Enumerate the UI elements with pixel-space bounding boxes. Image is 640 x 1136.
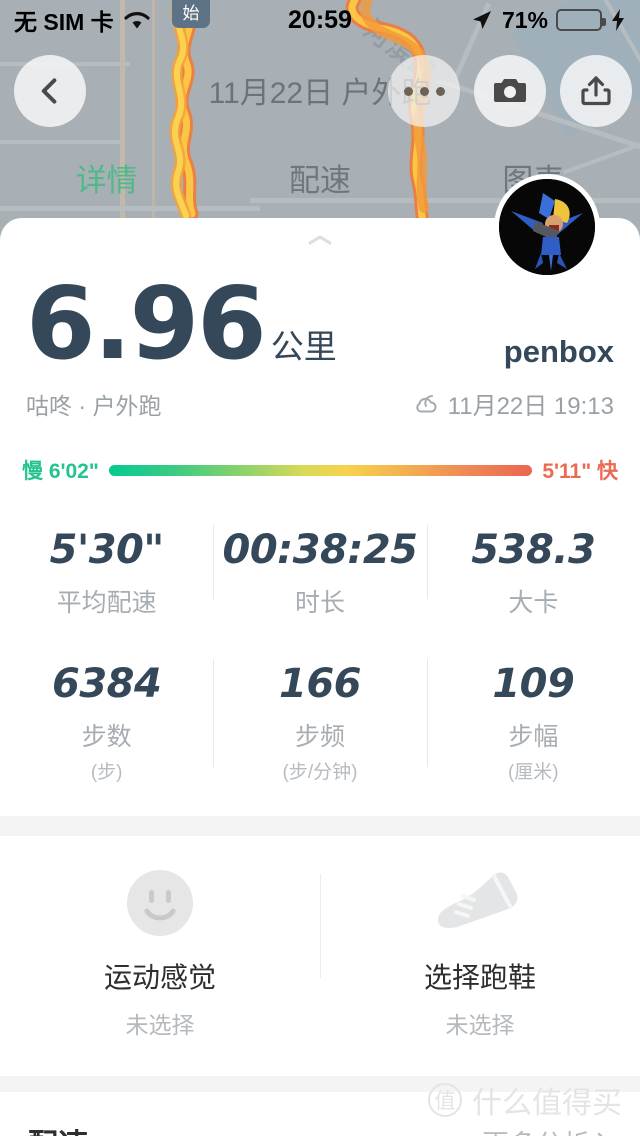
- battery-icon: [556, 9, 606, 31]
- stat-value: 538.3: [471, 527, 596, 573]
- camera-icon: [494, 79, 526, 102]
- stat-label: 时长: [294, 589, 345, 617]
- app-screen: 河滨路 始 无 SIM 卡 20:59 71% 11月22日 户外跑 详情 配速…: [0, 0, 640, 1136]
- stat-value: 00:38:25: [222, 527, 418, 573]
- status-bar: 无 SIM 卡 20:59 71%: [0, 0, 640, 40]
- ellipsis-icon: [403, 86, 445, 96]
- action-title: 运动感觉: [103, 962, 216, 993]
- share-icon: [581, 76, 611, 106]
- pace-range-bar: 慢 6'02" 5'11" 快: [0, 421, 640, 485]
- stat-unit: (步/分钟): [282, 762, 358, 783]
- more-options-button[interactable]: [388, 55, 460, 127]
- avatar[interactable]: [494, 174, 600, 280]
- pace-gradient-bar: [108, 464, 533, 476]
- stat-value: 6384: [52, 661, 162, 707]
- stat-label: 步数: [81, 723, 132, 751]
- watermark-text: 什么值得买: [472, 1087, 622, 1120]
- watermark: 值 什么值得买: [428, 1078, 622, 1122]
- distance-value: 6.96: [26, 265, 267, 382]
- stat-avg-pace: 5'30" 平均配速: [0, 519, 213, 633]
- pace-slow-label: 慢 6'02": [22, 460, 99, 483]
- smiley-face-icon: [0, 866, 320, 940]
- more-analysis-link[interactable]: 更多分析: [482, 1123, 612, 1136]
- action-feeling[interactable]: 运动感觉 未选择: [0, 866, 320, 1040]
- action-title: 选择跑鞋: [423, 962, 536, 993]
- lightning-bolt-icon: [612, 9, 624, 31]
- stat-steps: 6384 步数 (步): [0, 653, 213, 798]
- chevron-left-icon: [41, 78, 57, 104]
- action-subtitle: 未选择: [445, 1012, 515, 1038]
- stat-value: 5'30": [49, 527, 165, 573]
- share-button[interactable]: [560, 55, 632, 127]
- pace-fast-label: 5'11" 快: [542, 460, 618, 483]
- running-shoe-icon: [320, 866, 640, 940]
- stat-unit: (步): [90, 762, 123, 783]
- stat-stride: 109 步幅 (厘米): [426, 653, 640, 798]
- stat-label: 步频: [294, 723, 345, 751]
- location-arrow-icon: [472, 11, 491, 29]
- chevron-right-icon: [597, 1132, 603, 1136]
- action-subtitle: 未选择: [125, 1012, 195, 1038]
- back-button[interactable]: [14, 55, 86, 127]
- activity-source-label: 咕咚 · 户外跑: [26, 392, 162, 419]
- stat-label: 步幅: [508, 723, 559, 751]
- tab-pace[interactable]: 配速: [213, 155, 426, 200]
- stat-value: 166: [278, 661, 362, 707]
- stat-label: 大卡: [508, 589, 559, 617]
- distance-block: 6.96 公里: [26, 265, 337, 382]
- status-bar-right: 71%: [470, 7, 626, 34]
- camera-button[interactable]: [474, 55, 546, 127]
- cloud-moon-icon: [415, 394, 437, 412]
- stat-unit: (厘米): [507, 762, 559, 783]
- stats-row-secondary: 6384 步数 (步) 166 步频 (步/分钟) 109 步幅 (厘米): [0, 633, 640, 798]
- watermark-logo: 值: [428, 1083, 462, 1117]
- stat-cadence: 166 步频 (步/分钟): [213, 653, 426, 798]
- more-analysis-label: 更多分析: [482, 1123, 590, 1136]
- stat-duration: 00:38:25 时长: [213, 519, 426, 633]
- stats-row-primary: 5'30" 平均配速 00:38:25 时长 538.3 大卡: [0, 485, 640, 633]
- battery-percent-label: 71%: [501, 6, 548, 33]
- stat-label: 平均配速: [56, 589, 157, 617]
- action-cells: 运动感觉 未选择 选择跑鞋 未选择: [0, 836, 640, 1076]
- activity-datetime-block: 11月22日 19:13: [413, 386, 614, 421]
- stat-calories: 538.3 大卡: [426, 519, 640, 633]
- user-name[interactable]: penbox: [504, 334, 614, 370]
- activity-datetime: 11月22日 19:13: [447, 393, 614, 420]
- tab-details[interactable]: 详情: [0, 155, 213, 200]
- avatar-image: [499, 179, 595, 275]
- distance-unit: 公里: [270, 328, 337, 365]
- stat-value: 109: [492, 661, 575, 707]
- section-divider: [0, 816, 640, 836]
- detail-sheet: 6.96 公里 penbox 咕咚 · 户外跑 11月22日 19:13 慢 6…: [0, 174, 640, 1136]
- section-title: 配速: [28, 1120, 88, 1136]
- action-shoes[interactable]: 选择跑鞋 未选择: [320, 866, 640, 1040]
